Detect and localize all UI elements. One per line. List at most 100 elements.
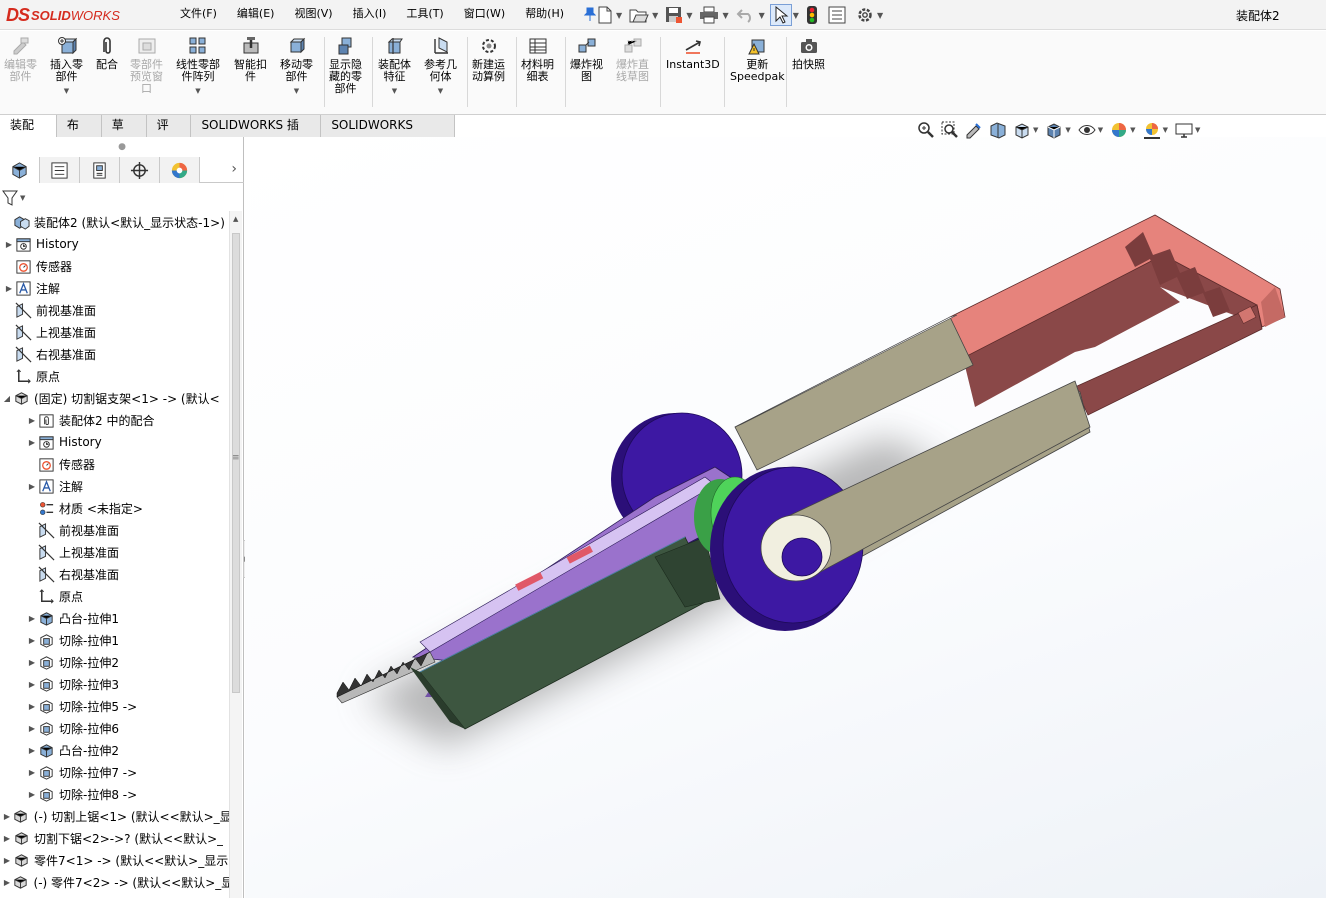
more-tabs-chevron-icon[interactable]: › (231, 161, 237, 177)
linear-pattern-button[interactable]: 线性零部 件阵列 ▼ (176, 35, 220, 97)
propertymanager-tab[interactable] (40, 157, 80, 183)
menu-item[interactable]: 插入(I) (343, 0, 397, 28)
bill-of-materials-button[interactable]: 材料明 细表 (521, 35, 554, 83)
show-hidden-components-button[interactable]: 显示隐 藏的零 部件 (329, 35, 362, 95)
move-component-button[interactable]: 移动零 部件 ▼ (280, 35, 313, 97)
tree-item[interactable]: ▶ (-) 零件7<2> -> (默认<<默认>_显 (0, 871, 230, 893)
tree-filter-icon[interactable]: ▼ (2, 188, 32, 208)
assembly-features-dropdown-icon[interactable]: ▼ (392, 85, 397, 97)
menu-item[interactable]: 工具(T) (396, 0, 453, 28)
tree-item[interactable]: 上视基准面 (0, 541, 230, 563)
insert-components-dropdown-icon[interactable]: ▼ (64, 85, 69, 97)
expand-arrow-icon[interactable]: ▶ (27, 636, 37, 645)
collapse-arrow-icon[interactable]: ◢ (2, 394, 12, 403)
tree-item[interactable]: ▶ 凸台-拉伸1 (0, 607, 230, 629)
configurationmanager-tab[interactable] (80, 157, 120, 183)
undo-dropdown-icon[interactable]: ▼ (759, 11, 765, 20)
reference-geometry-button[interactable]: 参考几 何体 ▼ (424, 35, 457, 97)
tree-item[interactable]: ▶ 装配体2 中的配合 (0, 409, 230, 431)
tree-item[interactable]: 前视基准面 (0, 519, 230, 541)
previous-view-icon[interactable] (964, 120, 984, 140)
displaymanager-tab[interactable] (160, 157, 200, 183)
menu-item[interactable]: 视图(V) (284, 0, 342, 28)
tree-item[interactable]: 前视基准面 (0, 299, 230, 321)
component-preview-button[interactable]: 零部件 预览窗 口 (130, 35, 163, 95)
expand-arrow-icon[interactable]: ▶ (27, 416, 37, 425)
tree-item[interactable]: ▶ 凸台-拉伸2 (0, 739, 230, 761)
expand-arrow-icon[interactable]: ▶ (27, 724, 37, 733)
edit-appearance-dropdown-icon[interactable]: ▼ (1130, 126, 1135, 134)
expand-arrow-icon[interactable]: ▶ (2, 878, 12, 887)
expand-arrow-icon[interactable]: ▶ (4, 284, 14, 293)
new-motion-study-button[interactable]: 新建运 动算例 (472, 35, 505, 83)
scrollbar-thumb[interactable] (232, 233, 240, 693)
new-document-icon[interactable] (595, 4, 615, 26)
save-dropdown-icon[interactable]: ▼ (686, 11, 692, 20)
apply-scene-dropdown-icon[interactable]: ▼ (1163, 126, 1168, 134)
expand-arrow-icon[interactable]: ▶ (27, 680, 37, 689)
select-dropdown-icon[interactable]: ▼ (793, 11, 799, 20)
tree-item[interactable]: ▶ 切除-拉伸3 (0, 673, 230, 695)
expand-arrow-icon[interactable]: ▶ (27, 768, 37, 777)
print-dropdown-icon[interactable]: ▼ (722, 11, 728, 20)
view-settings-icon[interactable] (1174, 120, 1194, 140)
select-icon[interactable] (769, 4, 792, 26)
menu-item[interactable]: 文件(F) (170, 0, 227, 28)
tree-item[interactable]: 原点 (0, 365, 230, 387)
hide-show-dropdown-icon[interactable]: ▼ (1098, 126, 1103, 134)
linear-pattern-dropdown-icon[interactable]: ▼ (195, 85, 200, 97)
tree-item[interactable]: ▶ 切除-拉伸2 (0, 651, 230, 673)
expand-arrow-icon[interactable]: ▶ (27, 790, 37, 799)
expand-arrow-icon[interactable]: ▶ (27, 702, 37, 711)
tree-item[interactable]: ▶ History (0, 431, 230, 453)
tree-item[interactable]: ▶ (-) 切割上锯<1> (默认<<默认>_显 (0, 805, 230, 827)
exploded-view-button[interactable]: 爆炸视 图 (570, 35, 603, 83)
tree-item[interactable]: ▶ History (0, 233, 230, 255)
tree-item[interactable]: ◢ (固定) 切割锯支架<1> -> (默认< (0, 387, 230, 409)
expand-arrow-icon[interactable]: ▶ (2, 812, 12, 821)
mate-button[interactable]: 配合 (96, 35, 118, 71)
rebuild-icon[interactable] (804, 4, 820, 26)
menu-item[interactable]: 编辑(E) (227, 0, 285, 28)
expand-arrow-icon[interactable]: ▶ (4, 240, 14, 249)
tree-item[interactable]: ▶ 切割下锯<2>->? (默认<<默认>_ (0, 827, 230, 849)
panel-grip-icon[interactable]: ● (0, 137, 244, 157)
tree-item[interactable]: ▶ 切除-拉伸5 -> (0, 695, 230, 717)
tree-item[interactable]: ▶ 切除-拉伸1 (0, 629, 230, 651)
expand-arrow-icon[interactable]: ▶ (27, 482, 37, 491)
tree-item[interactable]: 右视基准面 (0, 563, 230, 585)
smart-fasteners-button[interactable]: 智能扣 件 (234, 35, 267, 83)
tree-root-assembly[interactable]: 装配体2 (默认<默认_显示状态-1>) (0, 211, 230, 233)
tab-4[interactable]: SOLIDWORKS 插件 (191, 115, 322, 153)
take-snapshot-button[interactable]: 拍快照 (792, 35, 825, 71)
apply-scene-icon[interactable] (1142, 120, 1162, 140)
new-dropdown-icon[interactable]: ▼ (616, 11, 622, 20)
insert-components-button[interactable]: 插入零 部件 ▼ (50, 35, 83, 97)
view-orientation-dropdown-icon[interactable]: ▼ (1033, 126, 1038, 134)
tree-item[interactable]: 材质 <未指定> (0, 497, 230, 519)
update-speedpak-button[interactable]: 更新 Speedpak (730, 35, 785, 83)
tree-item[interactable]: ▶ 切除-拉伸7 -> (0, 761, 230, 783)
tree-item[interactable]: ▶ 注解 (0, 277, 230, 299)
explode-line-sketch-button[interactable]: 爆炸直 线草图 (616, 35, 649, 83)
tab-2[interactable]: 草图 (101, 115, 147, 153)
tree-item[interactable]: 传感器 (0, 255, 230, 277)
assembly-model[interactable] (245, 137, 1326, 898)
featuremanager-tab[interactable] (0, 157, 40, 183)
filter-dropdown-icon[interactable]: ▼ (20, 194, 25, 202)
edit-component-button[interactable]: 编辑零 部件 (4, 35, 37, 83)
scroll-up-arrow-icon[interactable]: ▲ (233, 215, 238, 223)
move-component-dropdown-icon[interactable]: ▼ (294, 85, 299, 97)
menu-item[interactable]: 帮助(H) (515, 0, 574, 28)
dimxpertmanager-tab[interactable] (120, 157, 160, 183)
tab-3[interactable]: 评估 (146, 115, 192, 153)
zoom-area-icon[interactable] (940, 120, 960, 140)
expand-arrow-icon[interactable]: ▶ (2, 856, 12, 865)
save-icon[interactable] (663, 4, 685, 26)
view-settings-dropdown-icon[interactable]: ▼ (1195, 126, 1200, 134)
tree-item[interactable]: ▶ 注解 (0, 475, 230, 497)
menu-item[interactable]: 窗口(W) (454, 0, 515, 28)
zoom-to-fit-icon[interactable] (916, 120, 936, 140)
tab-1[interactable]: 布局 (56, 115, 102, 153)
display-style-dropdown-icon[interactable]: ▼ (1065, 126, 1070, 134)
